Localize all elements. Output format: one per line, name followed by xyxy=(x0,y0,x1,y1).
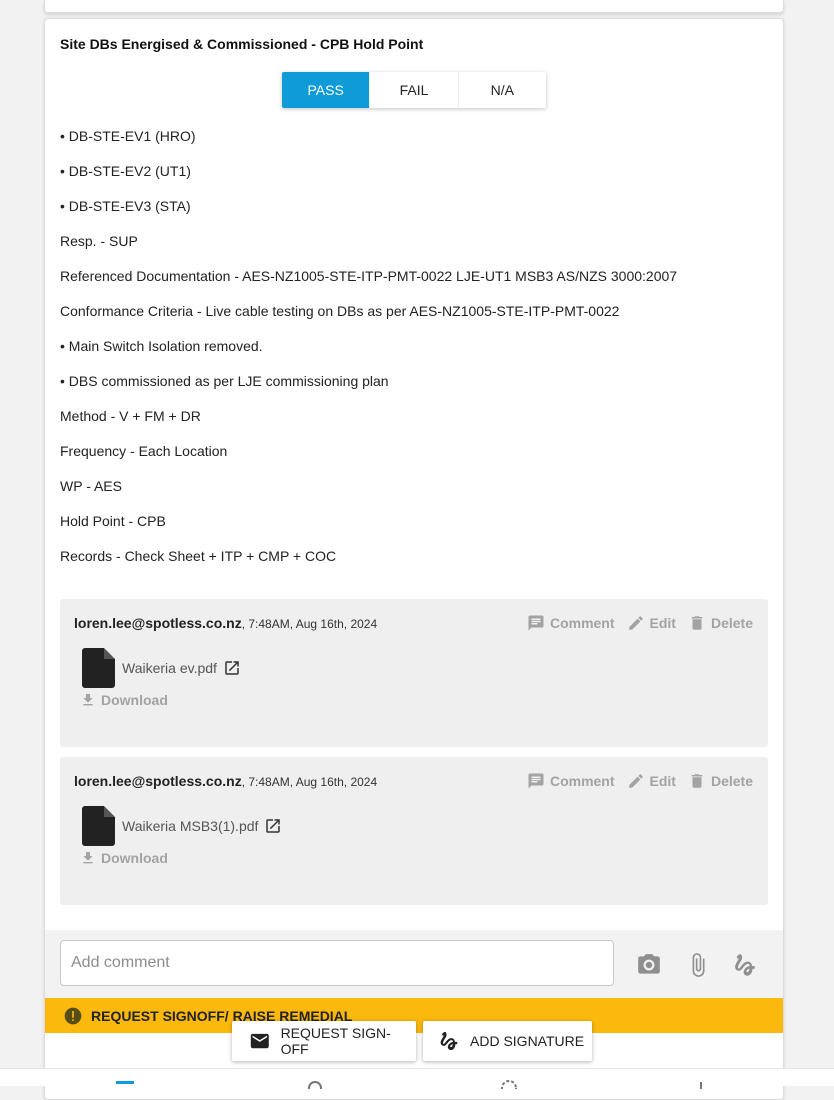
attachment-name: Waikeria MSB3(1).pdf xyxy=(122,818,259,834)
add-comment-input[interactable] xyxy=(60,940,614,986)
signature-icon xyxy=(440,1031,458,1051)
comment-button[interactable]: Comment xyxy=(527,772,615,790)
add-icon[interactable] xyxy=(692,1079,710,1089)
comment-author: loren.lee@spotless.co.nz xyxy=(74,773,242,789)
description-line: • Main Switch Isolation removed. xyxy=(60,338,263,354)
comment-author-line: loren.lee@spotless.co.nz, 7:48AM, Aug 16… xyxy=(74,773,377,789)
item-description: • DB-STE-EV1 (HRO) • DB-STE-EV2 (UT1) • … xyxy=(60,128,760,583)
request-signoff-label: REQUEST SIGN-OFF xyxy=(280,1025,391,1057)
comment-author-line: loren.lee@spotless.co.nz, 7:48AM, Aug 16… xyxy=(74,615,377,631)
search-icon[interactable] xyxy=(306,1079,324,1089)
edit-button-label: Edit xyxy=(649,615,676,631)
description-line: Records - Check Sheet + ITP + CMP + COC xyxy=(60,548,337,564)
description-line: • DBS commissioned as per LJE commission… xyxy=(60,373,389,389)
comment-icon xyxy=(528,615,544,631)
add-signature-label: ADD SIGNATURE xyxy=(470,1033,585,1049)
alert-icon xyxy=(64,1007,82,1024)
description-line: Hold Point - CPB xyxy=(60,513,166,529)
description-line: Frequency - Each Location xyxy=(60,443,228,459)
comment-button[interactable]: Comment xyxy=(527,614,615,632)
list-icon[interactable] xyxy=(116,1079,134,1089)
comment-button-label: Comment xyxy=(549,773,615,789)
signature-icon[interactable] xyxy=(732,952,758,978)
previous-card-edge xyxy=(44,0,784,13)
download-button[interactable]: Download xyxy=(80,692,168,708)
file-icon xyxy=(82,648,115,688)
description-line: • DB-STE-EV1 (HRO) xyxy=(60,128,196,144)
comment-button-label: Comment xyxy=(549,615,615,631)
description-line: • DB-STE-EV2 (UT1) xyxy=(60,163,191,179)
envelope-icon xyxy=(250,1033,269,1049)
delete-button-label: Delete xyxy=(710,773,753,789)
delete-button[interactable]: Delete xyxy=(688,614,753,632)
description-line: Referenced Documentation - AES-NZ1005-ST… xyxy=(60,268,678,284)
result-toggle-group: PASS FAIL N/A xyxy=(282,72,546,108)
pencil-icon xyxy=(628,616,643,630)
edit-button[interactable]: Edit xyxy=(627,772,676,790)
description-line: Method - V + FM + DR xyxy=(60,408,201,424)
item-title: Site DBs Energised & Commissioned - CPB … xyxy=(60,36,424,52)
pencil-icon xyxy=(628,774,643,788)
pass-button[interactable]: PASS xyxy=(282,72,370,108)
comment-timestamp: , 7:48AM, Aug 16th, 2024 xyxy=(241,617,378,631)
request-signoff-button[interactable]: REQUEST SIGN-OFF xyxy=(232,1021,416,1061)
trash-icon xyxy=(691,616,703,630)
download-icon xyxy=(83,694,93,706)
attachment[interactable]: Waikeria ev.pdf xyxy=(82,648,241,688)
open-external-icon[interactable] xyxy=(223,659,241,677)
fail-button[interactable]: FAIL xyxy=(369,72,458,108)
comment-actions: Comment Edit Delete xyxy=(527,772,753,790)
trash-icon xyxy=(691,774,703,788)
na-button[interactable]: N/A xyxy=(457,72,546,108)
attachment-name: Waikeria ev.pdf xyxy=(122,660,217,676)
download-button[interactable]: Download xyxy=(80,850,168,866)
download-icon xyxy=(83,852,93,864)
attachment[interactable]: Waikeria MSB3(1).pdf xyxy=(82,806,282,846)
add-comment-bar xyxy=(45,930,783,998)
bottom-navigation xyxy=(0,1068,834,1089)
edit-button[interactable]: Edit xyxy=(627,614,676,632)
download-label: Download xyxy=(101,692,168,708)
comment-timestamp: , 7:48AM, Aug 16th, 2024 xyxy=(241,775,378,789)
open-external-icon[interactable] xyxy=(264,817,282,835)
description-line: Resp. - SUP xyxy=(60,233,138,249)
description-line: WP - AES xyxy=(60,478,122,494)
comment-icon xyxy=(528,773,544,789)
comment-entry: loren.lee@spotless.co.nz, 7:48AM, Aug 16… xyxy=(60,599,768,747)
file-icon xyxy=(82,806,115,846)
comment-entry: loren.lee@spotless.co.nz, 7:48AM, Aug 16… xyxy=(60,757,768,905)
paperclip-icon[interactable] xyxy=(685,952,711,978)
camera-icon[interactable] xyxy=(636,952,662,978)
comment-actions: Comment Edit Delete xyxy=(527,614,753,632)
add-signature-button[interactable]: ADD SIGNATURE xyxy=(423,1021,592,1061)
download-label: Download xyxy=(101,850,168,866)
delete-button-label: Delete xyxy=(710,615,753,631)
edit-button-label: Edit xyxy=(649,773,676,789)
checklist-item-card: Site DBs Energised & Commissioned - CPB … xyxy=(44,18,784,1100)
history-icon[interactable] xyxy=(500,1079,518,1089)
comment-author: loren.lee@spotless.co.nz xyxy=(74,615,242,631)
delete-button[interactable]: Delete xyxy=(688,772,753,790)
description-line: Conformance Criteria - Live cable testin… xyxy=(60,303,620,319)
description-line: • DB-STE-EV3 (STA) xyxy=(60,198,191,214)
